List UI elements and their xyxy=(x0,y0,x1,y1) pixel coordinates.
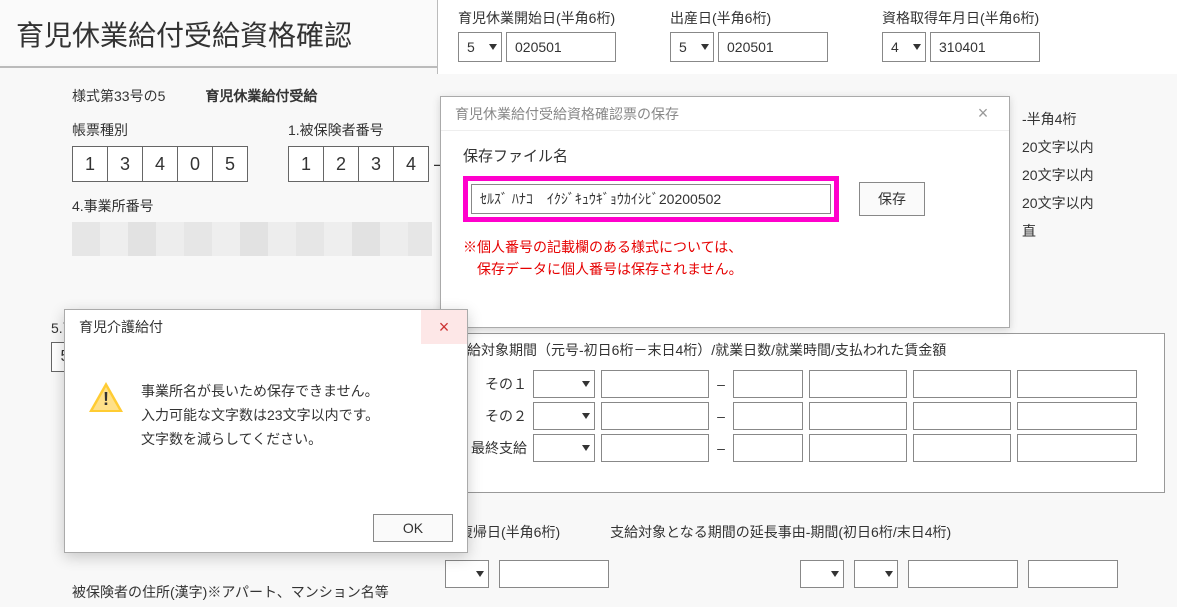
qual-date-input[interactable]: 310401 xyxy=(930,32,1040,62)
return-date-input[interactable] xyxy=(499,560,609,588)
dash: – xyxy=(715,440,727,456)
first-day-input[interactable] xyxy=(601,434,709,462)
insured-no-cells[interactable]: 1 2 3 4 – xyxy=(288,146,449,182)
insured-no-label: 1.被保険者番号 xyxy=(288,120,449,140)
era-select[interactable] xyxy=(533,434,595,462)
work-hours-input[interactable] xyxy=(913,434,1011,462)
payment-period-frame: 支給対象期間（元号-初日6桁－末日4桁）/就業日数/就業時間/支払われた賃金額 … xyxy=(440,333,1165,493)
first-day-input[interactable] xyxy=(601,402,709,430)
chevron-down-icon xyxy=(582,445,590,451)
message-dialog: 育児介護給付 × ! 事業所名が長いため保存できません。 入力可能な文字数は23… xyxy=(64,309,468,553)
save-button[interactable]: 保存 xyxy=(859,182,925,216)
chevron-down-icon xyxy=(701,44,709,50)
close-icon[interactable]: × xyxy=(421,310,467,344)
close-icon[interactable]: × xyxy=(965,101,1001,127)
qual-date-label: 資格取得年月日(半角6桁) xyxy=(882,8,1040,28)
address-label: 被保険者の住所(漢字)※アパート、マンション名等 xyxy=(72,582,389,602)
last-day-input[interactable] xyxy=(733,434,803,462)
note: 20文字以内 xyxy=(1022,161,1177,189)
cell[interactable]: 1 xyxy=(72,146,108,182)
ext-era-select[interactable] xyxy=(854,560,898,588)
message-dialog-title: 育児介護給付 xyxy=(79,317,163,337)
last-day-input[interactable] xyxy=(733,370,803,398)
chevron-down-icon xyxy=(582,381,590,387)
ext-first-day-input[interactable] xyxy=(908,560,1018,588)
chevron-down-icon xyxy=(582,413,590,419)
birth-date-label: 出産日(半角6桁) xyxy=(670,8,828,28)
note: 20文字以内 xyxy=(1022,189,1177,217)
save-warning-line2: 保存データに個人番号は保存されません。 xyxy=(463,258,987,280)
chevron-down-icon xyxy=(913,44,921,50)
message-line: 事業所名が長いため保存できません。 xyxy=(141,380,379,404)
table-row: その２ – xyxy=(453,402,1152,430)
cell[interactable]: 2 xyxy=(323,146,359,182)
first-day-input[interactable] xyxy=(601,370,709,398)
wage-input[interactable] xyxy=(1017,402,1137,430)
cell[interactable]: 0 xyxy=(177,146,213,182)
slip-type-label: 帳票種別 xyxy=(72,120,248,140)
work-hours-input[interactable] xyxy=(913,402,1011,430)
note: 20文字以内 xyxy=(1022,133,1177,161)
chevron-down-icon xyxy=(476,571,484,577)
filename-label: 保存ファイル名 xyxy=(463,145,987,166)
cell[interactable]: 4 xyxy=(142,146,178,182)
cell[interactable]: 3 xyxy=(107,146,143,182)
dash: – xyxy=(715,376,727,392)
era-select[interactable] xyxy=(533,370,595,398)
warning-icon: ! xyxy=(89,382,123,416)
table-row: 最終支給 – xyxy=(453,434,1152,462)
frame-title: 支給対象期間（元号-初日6桁－末日4桁）/就業日数/就業時間/支払われた賃金額 xyxy=(453,340,1152,360)
birth-date-era-select[interactable]: 5 xyxy=(670,32,714,62)
work-days-input[interactable] xyxy=(809,402,907,430)
work-days-input[interactable] xyxy=(809,434,907,462)
cell[interactable]: 1 xyxy=(288,146,324,182)
chevron-down-icon xyxy=(831,571,839,577)
slip-type-cells[interactable]: 1 3 4 0 5 xyxy=(72,146,248,182)
save-dialog: 育児休業給付受給資格確認票の保存 × 保存ファイル名 ｾﾙｽﾞ ﾊﾅｺ ｲｸｼﾞ… xyxy=(440,96,1010,328)
start-date-era-select[interactable]: 5 xyxy=(458,32,502,62)
cell[interactable]: 5 xyxy=(212,146,248,182)
extension-label: 支給対象となる期間の延長事由-期間(初日6桁/末日4桁) xyxy=(610,522,951,542)
dash: – xyxy=(715,408,727,424)
note: -半角4桁 xyxy=(1022,105,1177,133)
cell[interactable]: 4 xyxy=(393,146,429,182)
ok-button[interactable]: OK xyxy=(373,514,453,542)
form-no-label: 様式第33号の5 xyxy=(72,86,165,106)
message-line: 入力可能な文字数は23文字以内です。 xyxy=(141,404,379,428)
qual-date-era-select[interactable]: 4 xyxy=(882,32,926,62)
chevron-down-icon xyxy=(489,44,497,50)
message-line: 文字数を減らしてください。 xyxy=(141,428,379,452)
return-date-era-select[interactable] xyxy=(445,560,489,588)
top-right-panel: 育児休業開始日(半角6桁) 5 020501 出産日(半角6桁) 5 02050… xyxy=(437,0,1177,74)
work-days-input[interactable] xyxy=(809,370,907,398)
cell[interactable]: 3 xyxy=(358,146,394,182)
era-select[interactable] xyxy=(533,402,595,430)
ext-reason-select[interactable] xyxy=(800,560,844,588)
wage-input[interactable] xyxy=(1017,434,1137,462)
start-date-label: 育児休業開始日(半角6桁) xyxy=(458,8,616,28)
side-notes: -半角4桁 20文字以内 20文字以内 20文字以内 直 xyxy=(1022,105,1177,245)
filename-highlight: ｾﾙｽﾞ ﾊﾅｺ ｲｸｼﾞｷｭｳｷﾞｮｳｶｲｼﾋﾞ20200502 xyxy=(463,176,839,222)
save-dialog-title: 育児休業給付受給資格確認票の保存 xyxy=(455,104,679,124)
form-subtitle: 育児休業給付受給 xyxy=(205,86,317,106)
office-no-redacted xyxy=(72,222,432,256)
ext-last-day-input[interactable] xyxy=(1028,560,1118,588)
last-day-input[interactable] xyxy=(733,402,803,430)
note: 直 xyxy=(1022,217,1177,245)
save-warning-line1: ※個人番号の記載欄のある様式については、 xyxy=(463,236,987,258)
birth-date-input[interactable]: 020501 xyxy=(718,32,828,62)
chevron-down-icon xyxy=(885,571,893,577)
wage-input[interactable] xyxy=(1017,370,1137,398)
filename-input[interactable]: ｾﾙｽﾞ ﾊﾅｺ ｲｸｼﾞｷｭｳｷﾞｮｳｶｲｼﾋﾞ20200502 xyxy=(471,184,831,214)
start-date-input[interactable]: 020501 xyxy=(506,32,616,62)
work-hours-input[interactable] xyxy=(913,370,1011,398)
table-row: その１ – xyxy=(453,370,1152,398)
